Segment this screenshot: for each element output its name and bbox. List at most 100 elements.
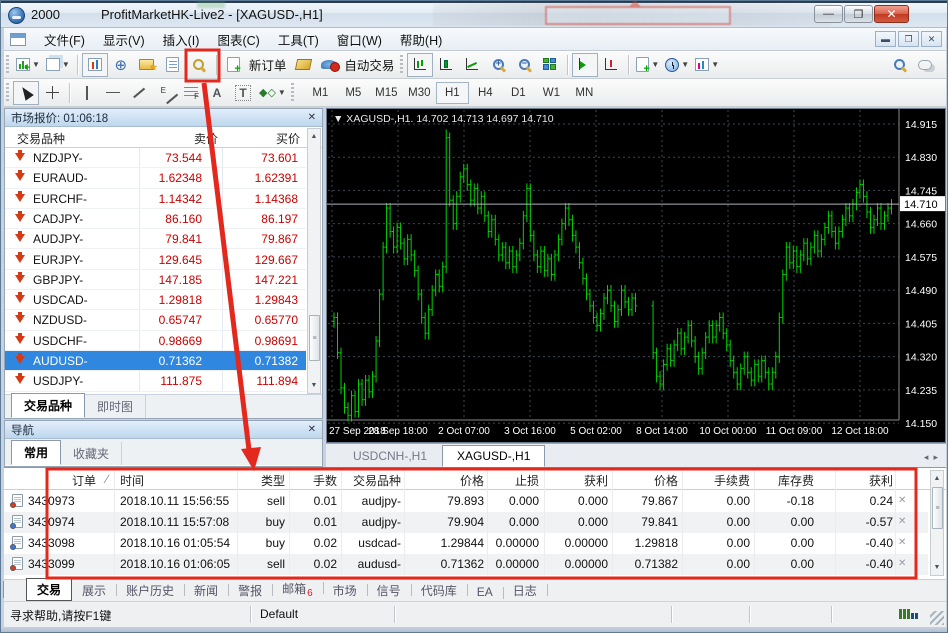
navigator-close-icon[interactable]: ✕ [308,424,316,435]
menu-item[interactable]: 插入(I) [154,28,209,51]
orders-column-header[interactable]: 类型 [237,472,285,489]
timeframe-m30[interactable]: M30 [403,82,436,104]
toolbar-grip[interactable] [6,54,9,75]
scrollbar-thumb[interactable]: ≡ [309,315,320,361]
trendline-tool-button[interactable] [126,81,152,105]
strategy-tester-button[interactable] [186,53,212,77]
market-watch-row[interactable]: AUDUSD- 0.71362 0.71382 [5,351,306,372]
orders-column-header[interactable]: 价格 [612,472,678,489]
timeframe-d1[interactable]: D1 [502,82,535,104]
terminal-tab-代码库[interactable]: 代码库 [411,580,468,601]
mdi-restore-button[interactable]: ❐ [898,31,919,47]
price-chart[interactable]: 14.710 14.915 14.830 14.745 14.660 14.575 14.4… [327,109,945,442]
timeframe-m15[interactable]: M15 [370,82,403,104]
toolbar-grip[interactable] [400,54,404,75]
orders-column-header[interactable]: 止损 [487,472,539,489]
navigator-button[interactable] [134,53,160,77]
toolbar-grip[interactable] [290,82,294,103]
auto-scroll-button[interactable] [572,52,599,77]
chart-tab-usdcnh[interactable]: USDCNH-,H1 [338,445,442,467]
market-watch-row[interactable]: AUDJPY- 79.841 79.867 [5,229,306,250]
terminal-tab-展示[interactable]: 展示 [72,580,118,601]
horizontal-line-tool-button[interactable] [100,81,126,105]
data-window-button[interactable]: ⊕ [108,53,134,77]
menu-item[interactable]: 帮助(H) [391,28,451,51]
mdi-minimize-button[interactable]: ▬ [875,31,896,47]
column-symbol[interactable]: 交易品种 [17,130,65,147]
terminal-scrollbar[interactable]: ▲ ≡ ▼ [930,470,944,576]
tab-favorites[interactable]: 收藏夹 [61,442,123,465]
scroll-down-icon[interactable]: ▼ [308,378,320,393]
orders-column-header[interactable]: 手续费 [682,472,750,489]
orders-column-header[interactable]: 价格 [404,472,484,489]
metaeditor-button[interactable] [290,53,316,77]
market-watch-row[interactable]: NZDJPY- 73.544 73.601 [5,148,306,169]
timeframe-m5[interactable]: M5 [337,82,370,104]
market-watch-close-icon[interactable]: ✕ [308,112,316,123]
close-order-icon[interactable]: ✕ [898,495,906,506]
vertical-line-tool-button[interactable] [74,81,100,105]
toolbar-grip[interactable] [6,82,9,103]
terminal-tab-邮箱[interactable]: 邮箱6 [272,578,324,601]
restore-button[interactable]: ❐ [844,5,873,23]
autotrading-label[interactable]: 自动交易 [342,55,398,74]
column-bid[interactable]: 卖价 [194,130,218,147]
new-order-label[interactable]: 新订单 [247,55,291,74]
chart-tabs-right-icon[interactable]: ▸ [933,452,938,462]
market-watch-toggle-button[interactable] [81,52,108,77]
crosshair-tool-button[interactable] [39,81,65,105]
tile-windows-button[interactable] [537,53,563,77]
orders-column-header[interactable]: 订单 [72,472,96,489]
orders-column-header[interactable]: 手数 [289,472,337,489]
minimize-button[interactable]: — [814,5,843,23]
market-watch-row[interactable]: USDCAD- 1.29818 1.29843 [5,290,306,311]
new-order-button[interactable]: + [221,53,247,77]
menu-item[interactable]: 窗口(W) [328,28,391,51]
new-chart-button[interactable]: + ▼ [13,53,43,77]
bar-chart-mode-button[interactable] [407,52,434,77]
tab-common[interactable]: 常用 [11,440,62,465]
candlestick-mode-button[interactable] [433,53,459,77]
orders-column-header[interactable]: 时间 [120,472,144,489]
close-order-icon[interactable]: ✕ [898,537,906,548]
market-watch-row[interactable]: USDCHF- 0.98669 0.98691 [5,331,306,351]
text-label-tool-button[interactable]: T [230,81,256,105]
close-button[interactable]: ✕ [874,5,909,23]
orders-column-header[interactable]: 获利 [544,472,608,489]
zoom-in-button[interactable]: + [485,53,511,77]
order-row[interactable]: 3433099 2018.10.16 01:06:05 sell 0.02 audusd… [4,554,928,575]
terminal-tab-EA[interactable]: EA [467,583,504,601]
orders-column-header[interactable]: 获利 [835,472,893,489]
indicators-button[interactable]: + ▼ [633,53,662,77]
market-watch-row[interactable]: CADJPY- 86.160 86.197 [5,209,306,230]
market-watch-row[interactable]: NZDUSD- 0.65747 0.65770 [5,310,306,331]
terminal-tab-市场[interactable]: 市场 [323,580,368,601]
resize-grip[interactable] [930,611,944,625]
order-row[interactable]: 3430973 2018.10.11 15:56:55 sell 0.01 audjpy… [4,491,928,512]
orders-column-header[interactable]: 交易品种 [341,472,401,489]
column-ask[interactable]: 买价 [276,130,300,147]
order-row[interactable]: 3433098 2018.10.16 01:05:54 buy 0.02 usdcad-… [4,533,928,554]
market-watch-scrollbar[interactable]: ▲ ≡ ▼ [307,128,321,394]
menu-item[interactable]: 图表(C) [208,28,268,51]
close-order-icon[interactable]: ✕ [898,558,906,569]
terminal-tab-信号[interactable]: 信号 [367,580,412,601]
fibonacci-tool-button[interactable]: F [178,81,204,105]
arrows-tool-button[interactable]: ◆◇ ▼ [256,81,289,105]
scroll-up-icon[interactable]: ▲ [308,129,320,144]
profiles-button[interactable]: ▼ [43,53,73,77]
menu-item[interactable]: 显示(V) [94,28,154,51]
scroll-up-icon[interactable]: ▲ [931,471,943,486]
market-watch-row[interactable]: EURCHF- 1.14342 1.14368 [5,189,306,209]
terminal-tab-新闻[interactable]: 新闻 [184,580,230,601]
templates-button[interactable]: ▼ [692,53,722,77]
channel-tool-button[interactable]: E [152,81,178,105]
scrollbar-thumb[interactable]: ≡ [932,487,943,529]
menu-item[interactable]: 文件(F) [35,28,94,51]
periods-button[interactable]: ▼ [662,53,692,77]
mdi-close-button[interactable]: ✕ [921,31,942,47]
status-profile[interactable]: Default [260,607,298,621]
tab-symbols[interactable]: 交易品种 [11,393,86,418]
menu-item[interactable]: 工具(T) [269,28,328,51]
tab-tick-chart[interactable]: 即时图 [85,395,147,418]
